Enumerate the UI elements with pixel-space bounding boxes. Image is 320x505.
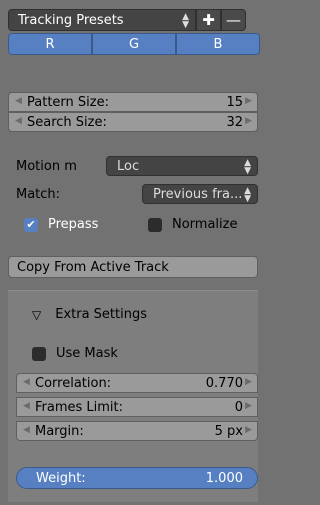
tracking-presets-dropdown[interactable]: Tracking Presets ▲ ▼ xyxy=(8,9,196,31)
search-size-value: 32 xyxy=(226,114,243,130)
decrement-arrow-icon[interactable]: ◀ xyxy=(23,401,30,411)
updown-arrows-icon: ▲ ▼ xyxy=(182,12,189,30)
match-label: Match: xyxy=(16,187,61,202)
copy-button-label: Copy From Active Track xyxy=(17,259,169,275)
checkbox-empty-icon xyxy=(148,217,162,232)
prepass-label: Prepass xyxy=(48,217,99,232)
match-value: Previous fra... xyxy=(153,186,243,202)
use-mask-checkbox[interactable]: Use Mask xyxy=(32,346,118,361)
channel-toggles: R G B xyxy=(8,33,260,55)
checkmark-icon: ✔ xyxy=(24,217,38,232)
channel-r-toggle[interactable]: R xyxy=(8,33,92,55)
decrement-arrow-icon[interactable]: ◀ xyxy=(15,116,22,126)
increment-arrow-icon[interactable]: ▶ xyxy=(245,401,252,411)
frames-limit-value: 0 xyxy=(234,399,243,415)
motion-model-label: Motion m xyxy=(16,159,77,174)
channel-g-toggle[interactable]: G xyxy=(92,33,176,55)
presets-row: Tracking Presets ▲ ▼ ✚ — xyxy=(8,9,260,31)
plus-icon: ✚ xyxy=(202,11,215,29)
increment-arrow-icon[interactable]: ▶ xyxy=(245,116,252,126)
decrement-arrow-icon[interactable]: ◀ xyxy=(15,96,22,106)
motion-model-dropdown[interactable]: Loc ▲ ▼ xyxy=(106,156,258,176)
frames-limit-field[interactable]: ◀ Frames Limit: 0 ▶ xyxy=(16,397,258,417)
pattern-size-value: 15 xyxy=(226,94,243,110)
weight-slider[interactable]: Weight: 1.000 xyxy=(16,467,258,489)
margin-label: Margin: xyxy=(35,423,84,439)
add-preset-button[interactable]: ✚ xyxy=(196,9,221,31)
search-size-field[interactable]: ◀ Search Size: 32 ▶ xyxy=(8,112,258,132)
weight-label: Weight: xyxy=(36,470,86,486)
normalize-checkbox[interactable]: Normalize xyxy=(148,217,237,232)
increment-arrow-icon[interactable]: ▶ xyxy=(245,377,252,387)
increment-arrow-icon[interactable]: ▶ xyxy=(245,425,252,435)
tracking-presets-label: Tracking Presets xyxy=(18,12,124,28)
copy-from-active-track-button[interactable]: Copy From Active Track xyxy=(8,256,258,278)
increment-arrow-icon[interactable]: ▶ xyxy=(245,96,252,106)
checkbox-empty-icon xyxy=(32,346,46,361)
prepass-checkbox[interactable]: ✔ Prepass xyxy=(24,217,98,232)
minus-icon: — xyxy=(226,11,241,29)
pattern-size-label: Pattern Size: xyxy=(27,94,109,110)
motion-model-value: Loc xyxy=(117,158,140,174)
updown-arrows-icon: ▲ ▼ xyxy=(244,186,251,204)
pattern-size-field[interactable]: ◀ Pattern Size: 15 ▶ xyxy=(8,92,258,112)
search-size-label: Search Size: xyxy=(27,114,107,130)
disclosure-triangle-icon: ▽ xyxy=(32,307,42,322)
use-mask-label: Use Mask xyxy=(56,346,118,361)
match-dropdown[interactable]: Previous fra... ▲ ▼ xyxy=(142,184,258,204)
correlation-label: Correlation: xyxy=(35,375,112,391)
weight-value: 1.000 xyxy=(205,470,243,486)
margin-value: 5 px xyxy=(214,423,243,439)
updown-arrows-icon: ▲ ▼ xyxy=(244,158,251,176)
extra-settings-title: Extra Settings xyxy=(55,307,148,322)
decrement-arrow-icon[interactable]: ◀ xyxy=(23,425,30,435)
margin-field[interactable]: ◀ Margin: 5 px ▶ xyxy=(16,421,258,441)
decrement-arrow-icon[interactable]: ◀ xyxy=(23,377,30,387)
channel-b-toggle[interactable]: B xyxy=(176,33,260,55)
correlation-field[interactable]: ◀ Correlation: 0.770 ▶ xyxy=(16,373,258,393)
correlation-value: 0.770 xyxy=(205,375,243,391)
extra-settings-header[interactable]: ▽ Extra Settings xyxy=(32,307,147,322)
frames-limit-label: Frames Limit: xyxy=(35,399,124,415)
normalize-label: Normalize xyxy=(172,217,238,232)
remove-preset-button[interactable]: — xyxy=(221,9,246,31)
